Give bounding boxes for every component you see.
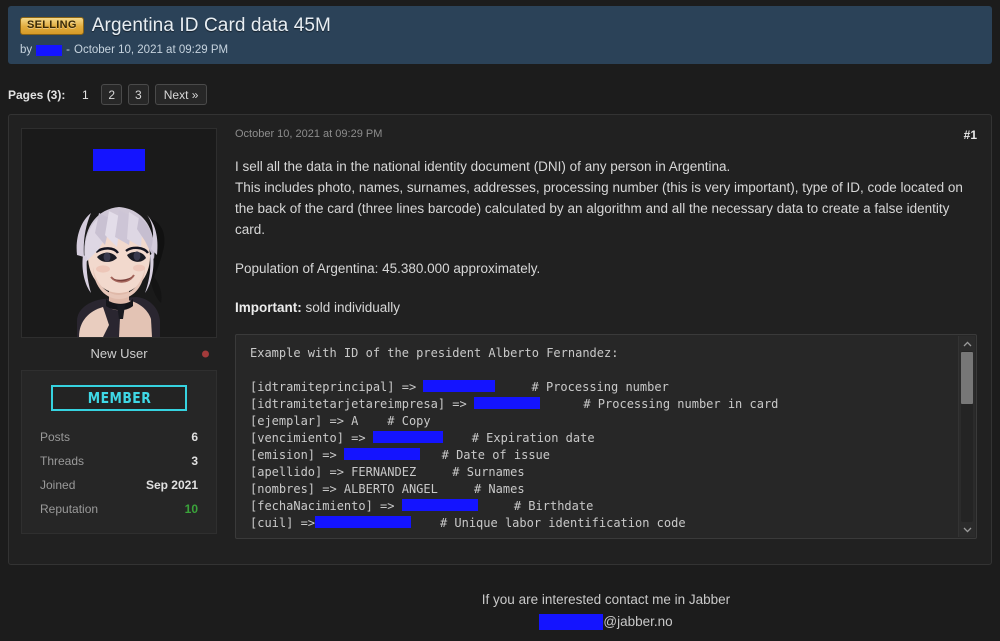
code-block-content: Example with ID of the president Alberto… xyxy=(236,335,956,538)
redacted-value xyxy=(423,380,496,392)
byline-separator: - xyxy=(66,44,70,56)
important-label: Important: xyxy=(235,300,302,315)
code-key: [cuil] => xyxy=(250,516,316,530)
code-line: [emision] => # Date of issue xyxy=(250,447,956,464)
code-line: [cuil] => # Unique labor identification … xyxy=(250,515,956,532)
contact-line: If you are interested contact me in Jabb… xyxy=(481,592,731,607)
code-comment: # Processing number xyxy=(531,380,669,394)
code-block: Example with ID of the president Alberto… xyxy=(235,334,977,539)
code-key: [emision] => xyxy=(250,448,337,462)
user-title-row: New User xyxy=(21,338,217,370)
page-title: Argentina ID Card data 45M xyxy=(91,15,331,36)
selling-badge: SELLING xyxy=(20,17,84,35)
byline-by-label: by xyxy=(20,44,33,56)
stat-key-reputation: Reputation xyxy=(40,502,99,516)
code-key: [ejemplar] => A xyxy=(250,414,359,428)
jabber-handle-redacted xyxy=(539,614,604,630)
post-important-line: Important: sold individually xyxy=(235,297,977,318)
user-title: New User xyxy=(90,346,148,361)
post-author-column: New User MEMBER Posts 6 Threads 3 Joined… xyxy=(21,128,217,534)
avatar[interactable] xyxy=(21,128,217,338)
post-meta: October 10, 2021 at 09:29 PM #1 xyxy=(235,128,977,142)
user-group-badge: MEMBER xyxy=(51,385,187,411)
code-key: [vencimiento] => xyxy=(250,431,366,445)
thread-header: SELLING Argentina ID Card data 45M by - … xyxy=(8,6,992,64)
thread-byline: by - October 10, 2021 at 09:29 PM xyxy=(20,44,992,56)
redacted-value xyxy=(343,448,420,460)
stat-value-reputation[interactable]: 10 xyxy=(185,500,198,518)
post-paragraph-2: Population of Argentina: 45.380.000 appr… xyxy=(235,261,541,276)
scroll-up-icon[interactable] xyxy=(959,336,976,351)
page-link-3[interactable]: 3 xyxy=(128,84,149,105)
code-text: Example with ID of the president Alberto… xyxy=(250,345,956,532)
thread-date: October 10, 2021 at 09:29 PM xyxy=(74,44,229,56)
post-number[interactable]: #1 xyxy=(964,128,977,142)
thread-title-row: SELLING Argentina ID Card data 45M xyxy=(20,15,992,37)
stat-key-threads: Threads xyxy=(40,454,85,468)
code-line-intro: Example with ID of the president Alberto… xyxy=(250,346,619,360)
code-line: [fechaNacimiento] => # Birthdate xyxy=(250,498,956,515)
stat-value-threads: 3 xyxy=(191,454,198,468)
status-offline-icon xyxy=(202,350,209,358)
post-date: October 10, 2021 at 09:29 PM xyxy=(235,128,383,140)
forum-thread-page: SELLING Argentina ID Card data 45M by - … xyxy=(0,0,1000,641)
scroll-down-icon[interactable] xyxy=(959,522,976,537)
stat-row: Threads 3 xyxy=(22,449,216,473)
code-comment: # Processing number in card xyxy=(583,397,779,411)
stat-value-joined: Sep 2021 xyxy=(145,478,198,492)
page-link-1[interactable]: 1 xyxy=(75,84,95,105)
pagination-label: Pages (3): xyxy=(8,87,66,102)
code-line: [nombres] => ALBERTO ANGEL # Names xyxy=(250,481,956,498)
code-line: [ejemplar] => A # Copy xyxy=(250,413,956,430)
anime-avatar-icon xyxy=(59,179,179,337)
user-stats-card: MEMBER Posts 6 Threads 3 Joined Sep 2021… xyxy=(21,370,217,534)
user-group-badge-label: MEMBER xyxy=(87,389,151,407)
jabber-domain: @jabber.no xyxy=(603,614,673,629)
post-container: New User MEMBER Posts 6 Threads 3 Joined… xyxy=(8,114,992,565)
code-key: [apellido] => FERNANDEZ xyxy=(250,465,417,479)
post-paragraph-1: I sell all the data in the national iden… xyxy=(235,159,963,237)
code-key: [idtramiteprincipal] => xyxy=(250,380,417,394)
code-line: [idtramitetarjetareimpresa] => # Process… xyxy=(250,396,956,413)
stat-key-joined: Joined xyxy=(40,478,76,492)
redacted-value xyxy=(473,397,540,409)
redacted-value xyxy=(372,431,443,443)
pagination: Pages (3): 1 2 3 Next » xyxy=(8,84,208,105)
code-line: [idtramiteprincipal] => # Processing num… xyxy=(250,379,956,396)
code-comment: # Surnames xyxy=(452,465,525,479)
code-key: [nombres] => ALBERTO ANGEL xyxy=(250,482,438,496)
code-comment: # Copy xyxy=(387,414,431,428)
important-text: sold individually xyxy=(301,300,401,315)
code-block-scrollbar[interactable] xyxy=(958,336,975,537)
stat-row: Reputation 10 xyxy=(22,497,216,521)
author-name-redacted[interactable] xyxy=(36,44,63,56)
code-comment: # Unique labor identification code xyxy=(439,516,686,530)
contact-footer: If you are interested contact me in Jabb… xyxy=(226,589,986,633)
redacted-value xyxy=(315,516,412,528)
code-comment: # Expiration date xyxy=(471,431,595,445)
post-body: October 10, 2021 at 09:29 PM #1 I sell a… xyxy=(235,128,977,554)
scrollbar-thumb[interactable] xyxy=(961,352,973,404)
code-key: [fechaNacimiento] => xyxy=(250,499,395,513)
code-key: [idtramitetarjetareimpresa] => xyxy=(250,397,467,411)
page-next-button[interactable]: Next » xyxy=(154,84,208,105)
stat-row: Joined Sep 2021 xyxy=(22,473,216,497)
stat-row: Posts 6 xyxy=(22,425,216,449)
stat-key-posts: Posts xyxy=(40,430,71,444)
redacted-value xyxy=(401,499,478,511)
username-redacted[interactable] xyxy=(93,149,145,171)
code-line: [vencimiento] => # Expiration date xyxy=(250,430,956,447)
code-comment: # Date of issue xyxy=(441,448,550,462)
code-line: [apellido] => FERNANDEZ # Surnames xyxy=(250,464,956,481)
page-link-2[interactable]: 2 xyxy=(101,84,123,105)
jabber-address-line: @jabber.no xyxy=(226,611,986,633)
avatar-image xyxy=(22,179,216,337)
stat-value-posts: 6 xyxy=(191,430,198,444)
code-comment: # Names xyxy=(473,482,525,496)
post-content: I sell all the data in the national iden… xyxy=(235,156,977,318)
code-comment: # Birthdate xyxy=(513,499,594,513)
